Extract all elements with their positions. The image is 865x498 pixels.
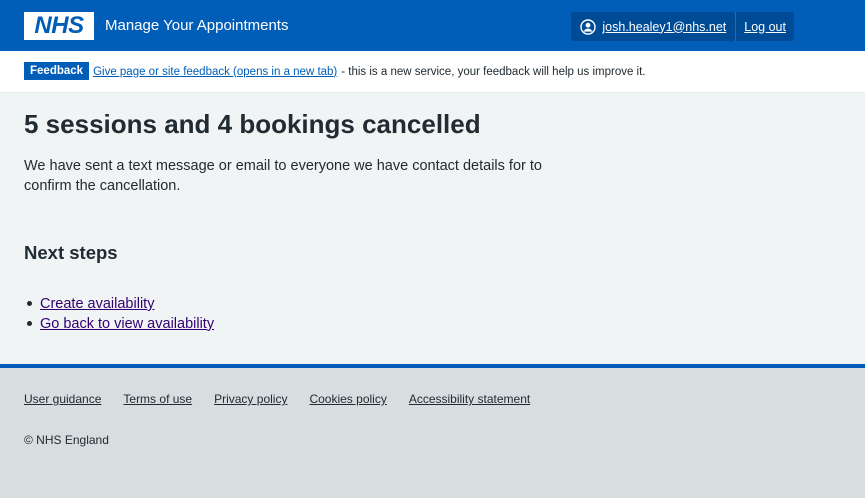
- feedback-text: - this is a new service, your feedback w…: [341, 65, 646, 78]
- logout: Log out: [736, 12, 794, 41]
- service-name[interactable]: Manage Your Appointments: [105, 17, 288, 34]
- next-steps-heading: Next steps: [24, 241, 118, 263]
- footer-link-terms[interactable]: Terms of use: [123, 392, 192, 406]
- site-footer: User guidance Terms of use Privacy polic…: [0, 364, 865, 498]
- next-steps-list: Create availability Go back to view avai…: [24, 294, 841, 334]
- account-user: josh.healey1@nhs.net: [571, 12, 737, 41]
- logout-link[interactable]: Log out: [744, 20, 786, 34]
- list-item: Create availability: [24, 294, 841, 314]
- site-header: NHS Manage Your Appointments josh.healey…: [0, 0, 865, 51]
- confirmation-message: We have sent a text message or email to …: [24, 158, 542, 195]
- nhs-logo[interactable]: NHS: [24, 11, 94, 40]
- list-item: Go back to view availability: [24, 314, 841, 334]
- feedback-banner: Feedback Give page or site feedback (ope…: [0, 51, 865, 93]
- bullet-icon: [27, 301, 32, 307]
- account-menu: josh.healey1@nhs.net Log out: [571, 12, 794, 41]
- footer-link-accessibility[interactable]: Accessibility statement: [409, 392, 530, 406]
- user-circle-icon: [580, 18, 597, 35]
- bullet-icon: [27, 321, 32, 327]
- footer-links: User guidance Terms of use Privacy polic…: [24, 392, 841, 406]
- nhs-logo-text: NHS: [34, 11, 84, 39]
- feedback-tag: Feedback: [24, 61, 90, 80]
- page-title: 5 sessions and 4 bookings cancelled: [24, 109, 481, 139]
- create-availability-link[interactable]: Create availability: [40, 294, 154, 314]
- copyright: © NHS England: [24, 433, 109, 447]
- footer-link-user-guidance[interactable]: User guidance: [24, 392, 101, 406]
- footer-link-cookies[interactable]: Cookies policy: [309, 392, 386, 406]
- main-content: 5 sessions and 4 bookings cancelled We h…: [0, 93, 865, 364]
- view-availability-link[interactable]: Go back to view availability: [40, 314, 214, 334]
- feedback-link[interactable]: Give page or site feedback (opens in a n…: [93, 66, 337, 78]
- footer-link-privacy[interactable]: Privacy policy: [214, 392, 287, 406]
- user-email-link[interactable]: josh.healey1@nhs.net: [602, 20, 726, 34]
